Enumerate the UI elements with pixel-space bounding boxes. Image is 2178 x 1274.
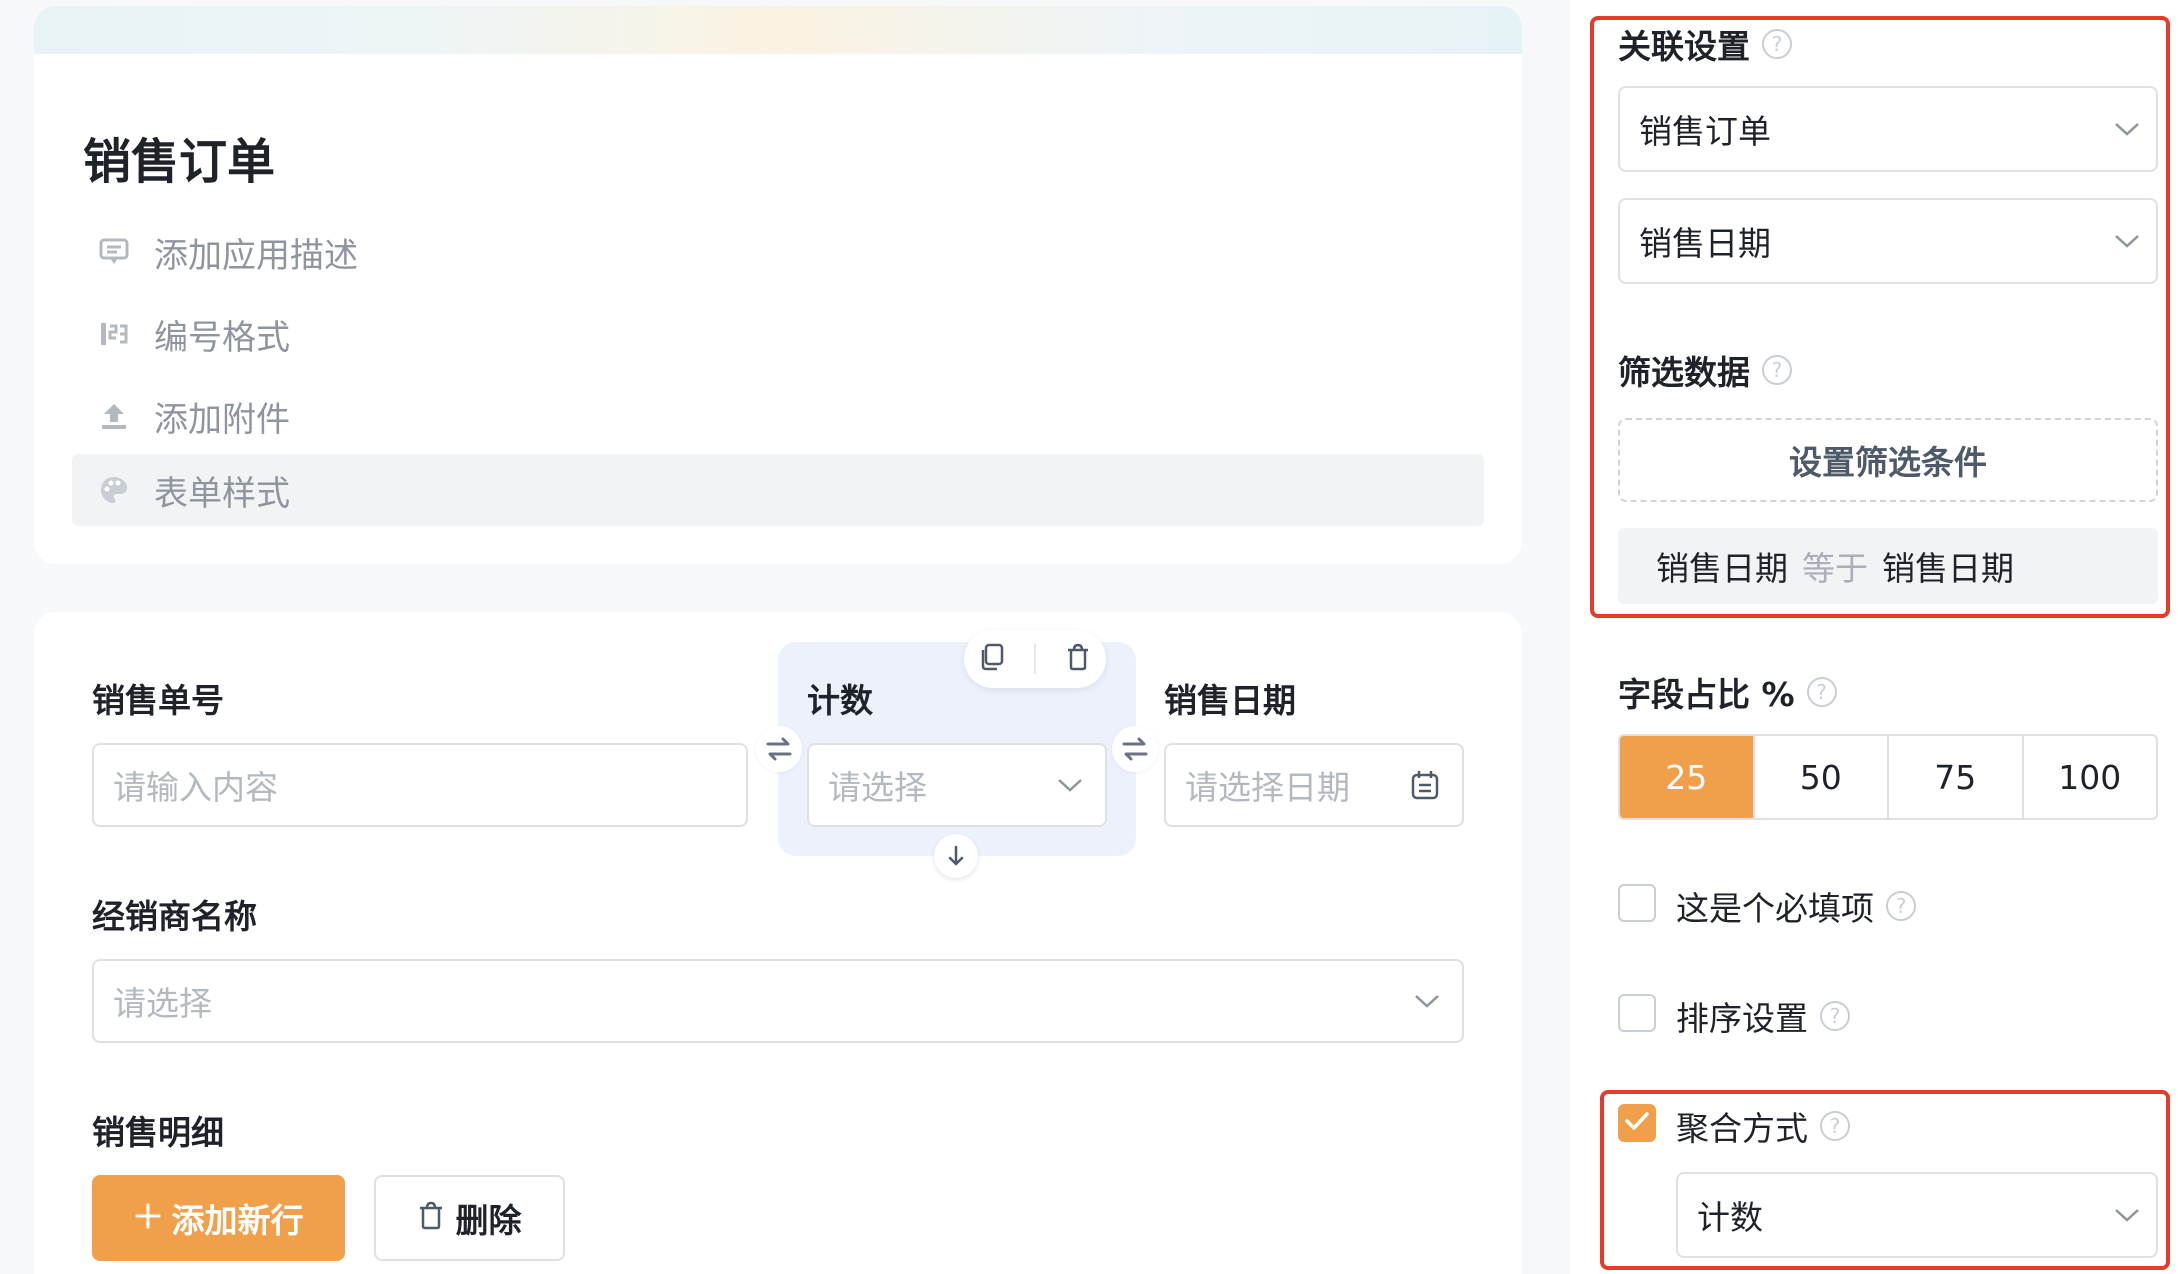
count-placeholder: 请选择 xyxy=(828,768,927,807)
highlight-box-aggregate xyxy=(1600,1090,2170,1270)
sort-checkbox[interactable] xyxy=(1618,994,1656,1032)
required-checkbox[interactable] xyxy=(1618,884,1656,922)
help-icon[interactable]: ? xyxy=(1806,677,1837,707)
required-text: 这是个必填项 xyxy=(1676,889,1874,928)
menu-item-add-attachment[interactable]: 添加附件 xyxy=(72,380,1484,452)
chevron-down-icon xyxy=(1057,777,1083,793)
order-no-placeholder: 请输入内容 xyxy=(113,768,278,807)
menu-label: 添加应用描述 xyxy=(154,235,358,276)
upload-icon xyxy=(94,396,134,436)
ratio-option-50[interactable]: 50 xyxy=(1752,736,1888,818)
delete-button[interactable]: 删除 xyxy=(374,1175,565,1261)
menu-label: 编号格式 xyxy=(154,317,290,358)
plus-icon xyxy=(134,1199,162,1238)
highlight-box-relation xyxy=(1590,16,2170,618)
menu-label: 添加附件 xyxy=(154,399,290,440)
field-ratio-text: 字段占比 % xyxy=(1618,675,1795,714)
move-down-button[interactable] xyxy=(934,834,978,878)
palette-icon xyxy=(94,470,134,510)
field-label-count: 计数 xyxy=(807,681,873,720)
app-title[interactable]: 销售订单 xyxy=(83,122,275,192)
swap-fields-button[interactable] xyxy=(756,726,802,772)
menu-item-number-format[interactable]: 编号格式 xyxy=(72,298,1484,370)
help-icon[interactable]: ? xyxy=(1820,1001,1850,1031)
ratio-option-100[interactable]: 100 xyxy=(2021,736,2157,818)
field-label-order-no: 销售单号 xyxy=(92,681,224,720)
sale-date-placeholder: 请选择日期 xyxy=(1185,768,1350,807)
count-select[interactable]: 请选择 xyxy=(807,743,1107,827)
field-ratio-label: 字段占比 % ? xyxy=(1618,668,1837,716)
app-info-card: 销售订单 添加应用描述 编号格式 添加附件 表单样式 xyxy=(34,6,1522,564)
chevron-down-icon xyxy=(1414,993,1440,1009)
order-no-input[interactable]: 请输入内容 xyxy=(92,743,748,827)
header-gradient xyxy=(34,6,1522,54)
toolbar-divider xyxy=(1033,644,1036,674)
ratio-option-75[interactable]: 75 xyxy=(1887,736,2022,818)
add-row-button[interactable]: 添加新行 xyxy=(92,1175,345,1261)
dealer-placeholder: 请选择 xyxy=(113,984,212,1023)
field-label-dealer: 经销商名称 xyxy=(92,897,257,936)
field-toolbar xyxy=(964,630,1106,688)
dealer-select[interactable]: 请选择 xyxy=(92,959,1464,1043)
number-format-icon xyxy=(94,314,134,354)
add-row-label: 添加新行 xyxy=(171,1201,304,1240)
copy-icon[interactable] xyxy=(977,642,1007,676)
menu-item-add-description[interactable]: 添加应用描述 xyxy=(72,216,1484,288)
field-ratio-group: 25 50 75 100 xyxy=(1618,734,2158,820)
sort-label: 排序设置 ? xyxy=(1676,992,1850,1040)
sort-text: 排序设置 xyxy=(1676,999,1808,1038)
trash-icon xyxy=(418,1199,444,1238)
menu-label: 表单样式 xyxy=(154,473,290,514)
trash-icon[interactable] xyxy=(1063,642,1093,676)
help-icon[interactable]: ? xyxy=(1886,891,1916,921)
swap-fields-button[interactable] xyxy=(1112,726,1158,772)
field-label-detail: 销售明细 xyxy=(92,1113,224,1152)
menu-item-form-style[interactable]: 表单样式 xyxy=(72,454,1484,526)
ratio-option-25[interactable]: 25 xyxy=(1620,736,1753,818)
required-label: 这是个必填项 ? xyxy=(1676,882,1916,930)
delete-label: 删除 xyxy=(455,1201,522,1240)
field-label-sale-date: 销售日期 xyxy=(1164,681,1296,720)
comment-icon xyxy=(94,232,134,272)
calendar-icon xyxy=(1410,769,1440,801)
sale-date-picker[interactable]: 请选择日期 xyxy=(1164,743,1464,827)
